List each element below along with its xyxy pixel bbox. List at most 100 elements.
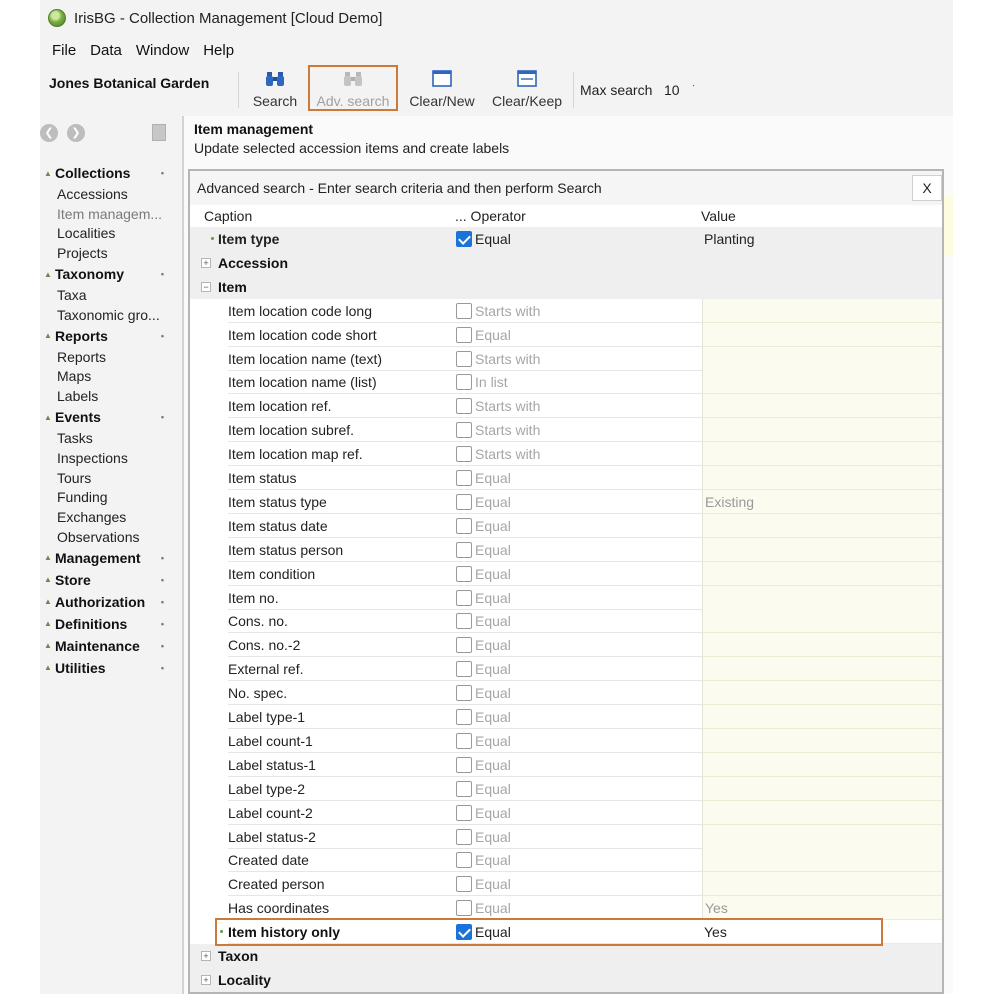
value-cell[interactable] [702, 657, 942, 682]
criteria-row[interactable]: Cons. no.-2 Equal [190, 633, 942, 658]
criteria-row[interactable]: Label status-2 Equal [190, 824, 942, 849]
criteria-checkbox[interactable] [456, 446, 472, 463]
criteria-checkbox[interactable] [456, 852, 472, 869]
sidebar-item[interactable]: Item managem... [44, 204, 178, 224]
criteria-checkbox[interactable] [456, 756, 472, 773]
value-cell[interactable] [702, 705, 942, 729]
value-cell[interactable]: Yes [702, 896, 942, 921]
operator-cell[interactable]: Equal [456, 586, 702, 610]
criteria-checkbox[interactable] [456, 804, 472, 821]
menu-help[interactable]: Help [203, 42, 234, 59]
criteria-checkbox[interactable] [456, 637, 472, 654]
sidebar-item[interactable]: Reports [44, 347, 178, 367]
sidebar-item[interactable]: Taxonomic gro... [44, 305, 178, 325]
criteria-row[interactable]: Cons. no. Equal [190, 609, 942, 634]
menu-file[interactable]: File [52, 42, 76, 59]
sidebar-item[interactable]: Projects [44, 243, 178, 263]
criteria-row[interactable]: Item location name (list) In list [190, 370, 942, 395]
criteria-row[interactable]: Created date Equal [190, 848, 942, 873]
criteria-checkbox[interactable] [456, 302, 472, 319]
operator-cell[interactable]: Equal [456, 681, 702, 706]
collapse-icon[interactable]: − [201, 281, 211, 292]
chevron-icon[interactable]: • [161, 575, 164, 585]
value-cell[interactable] [702, 633, 942, 658]
operator-cell[interactable]: Equal [456, 801, 702, 825]
sidebar-group-reports[interactable]: ▲ Reports • [44, 325, 178, 347]
operator-cell[interactable]: Equal [456, 323, 702, 347]
operator-cell[interactable]: Starts with [456, 347, 702, 371]
criteria-row[interactable]: Label type-1 Equal [190, 705, 942, 729]
clear-new-button[interactable]: Clear/New [402, 68, 482, 112]
operator-cell[interactable]: Starts with [456, 418, 702, 443]
criteria-checkbox[interactable] [456, 374, 472, 391]
sidebar-group-utilities[interactable]: ▲ Utilities • [44, 657, 178, 679]
operator-cell[interactable]: Starts with [456, 299, 702, 323]
criteria-row[interactable]: External ref. Equal [190, 657, 942, 682]
criteria-row[interactable]: Label count-1 Equal [190, 728, 942, 753]
operator-cell[interactable]: Starts with [456, 442, 702, 467]
sidebar-item[interactable]: Inspections [44, 448, 178, 468]
operator-cell[interactable]: Equal [456, 609, 702, 634]
criteria-checkbox[interactable] [456, 828, 472, 845]
operator-cell[interactable]: Equal [456, 633, 702, 658]
value-cell[interactable] [702, 537, 942, 562]
criteria-checkbox[interactable] [456, 613, 472, 630]
operator-cell[interactable]: Equal [456, 490, 702, 514]
criteria-checkbox[interactable] [456, 661, 472, 678]
sidebar-group-definitions[interactable]: ▲ Definitions • [44, 613, 178, 635]
criteria-row[interactable]: Label count-2 Equal [190, 800, 942, 825]
criteria-row[interactable]: Item status Equal [190, 466, 942, 490]
value-cell[interactable]: Planting [702, 227, 942, 251]
criteria-checkbox[interactable] [456, 732, 472, 749]
operator-cell[interactable]: Equal [456, 562, 702, 586]
operator-cell[interactable]: Equal [456, 657, 702, 682]
criteria-checkbox[interactable] [456, 470, 472, 486]
value-cell[interactable] [702, 561, 942, 586]
criteria-checkbox[interactable] [456, 231, 472, 247]
chevron-icon[interactable]: • [161, 553, 164, 563]
criteria-row[interactable]: Item location code short Equal [190, 322, 942, 347]
sidebar-item[interactable]: Localities [44, 224, 178, 244]
sidebar-item[interactable]: Taxa [44, 285, 178, 305]
group-row-taxon[interactable]: + Taxon [190, 944, 942, 968]
operator-cell[interactable]: Equal [456, 896, 702, 921]
operator-cell[interactable]: Equal [456, 514, 702, 538]
criteria-row-item-type[interactable]: Item type Equal Planting [190, 227, 942, 251]
value-cell[interactable]: Existing [702, 489, 942, 514]
chevron-icon[interactable]: • [161, 412, 164, 422]
criteria-row[interactable]: Item status person Equal [190, 537, 942, 562]
chevron-icon[interactable]: • [161, 331, 164, 341]
chevron-icon[interactable]: • [161, 641, 164, 651]
close-button[interactable]: X [912, 175, 942, 201]
criteria-checkbox[interactable] [456, 900, 472, 917]
criteria-row[interactable]: Item location subref. Starts with [190, 418, 942, 443]
expand-icon[interactable]: + [201, 257, 211, 268]
operator-cell[interactable]: Equal [456, 872, 702, 897]
group-row-item[interactable]: − Item [190, 274, 942, 299]
sidebar-item[interactable]: Maps [44, 367, 178, 387]
criteria-checkbox[interactable] [456, 398, 472, 415]
operator-cell[interactable]: Equal [456, 825, 702, 849]
criteria-checkbox[interactable] [456, 422, 472, 439]
menu-data[interactable]: Data [90, 42, 122, 59]
spin-chevron-icon[interactable]: ⋅ [692, 81, 695, 92]
sidebar-item[interactable]: Exchanges [44, 507, 178, 527]
chevron-icon[interactable]: • [161, 619, 164, 629]
value-cell[interactable] [702, 872, 942, 897]
criteria-row[interactable]: Label status-1 Equal [190, 752, 942, 777]
criteria-checkbox[interactable] [456, 876, 472, 893]
criteria-row[interactable]: Label type-2 Equal [190, 776, 942, 801]
criteria-row[interactable]: Item no. Equal [190, 585, 942, 610]
expand-icon[interactable]: + [201, 951, 211, 961]
criteria-row[interactable]: No. spec. Equal [190, 681, 942, 706]
criteria-row[interactable]: Item location name (text) Starts with [190, 346, 942, 371]
criteria-row[interactable]: Item location ref. Starts with [190, 394, 942, 419]
operator-cell[interactable]: Equal [456, 466, 702, 490]
value-cell[interactable] [702, 728, 942, 753]
operator-cell[interactable]: Equal [456, 848, 702, 873]
value-cell[interactable] [702, 370, 942, 395]
operator-cell[interactable]: Equal [456, 729, 702, 753]
criteria-checkbox[interactable] [456, 517, 472, 534]
criteria-row[interactable]: Item status type Equal Existing [190, 489, 942, 514]
criteria-checkbox[interactable] [456, 685, 472, 702]
